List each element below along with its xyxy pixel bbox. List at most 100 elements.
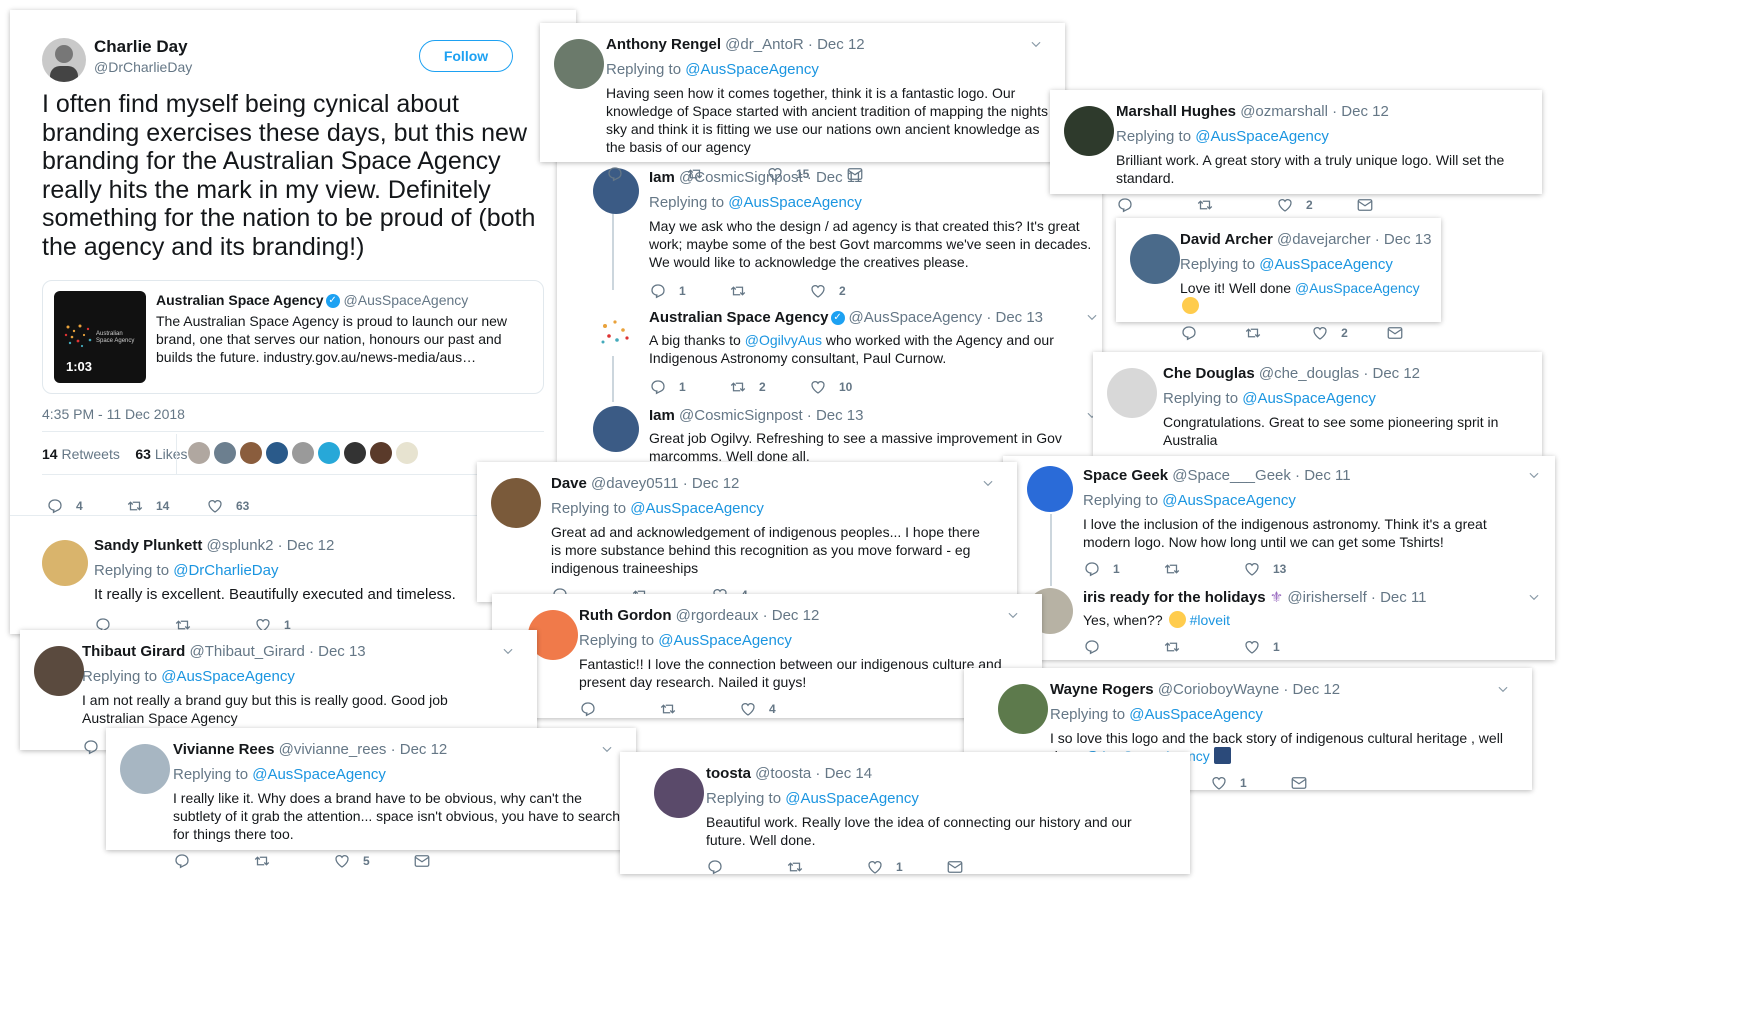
mention-link[interactable]: @AusSpaceAgency <box>1162 492 1296 509</box>
like-button[interactable]: 2 <box>1311 324 1386 342</box>
chevron-down-icon[interactable] <box>1085 310 1099 324</box>
avatar[interactable] <box>318 442 340 464</box>
author-name[interactable]: Space Geek <box>1083 467 1168 484</box>
retweet-button[interactable] <box>686 165 766 183</box>
author-meta[interactable]: @davey0511 · Dec 12 <box>591 475 739 492</box>
author-name[interactable]: Iam <box>649 407 675 424</box>
author-meta[interactable]: @CosmicSignpost · Dec 13 <box>679 407 863 424</box>
chevron-down-icon[interactable] <box>1527 590 1541 604</box>
avatar[interactable] <box>1064 106 1114 156</box>
like-button[interactable]: 4 <box>739 700 819 718</box>
author-meta[interactable]: @irisherself · Dec 11 <box>1287 589 1426 606</box>
reply-button[interactable] <box>706 858 786 876</box>
reply-button[interactable]: 1 <box>649 282 729 300</box>
dm-button[interactable] <box>1356 196 1436 214</box>
avatar[interactable] <box>188 442 210 464</box>
author-meta[interactable]: @davejarcher · Dec 13 <box>1277 231 1431 248</box>
avatar[interactable] <box>240 442 262 464</box>
video-thumbnail[interactable]: Australian Space Agency 1:03 <box>54 291 146 383</box>
author-name[interactable]: Charlie Day <box>94 37 188 57</box>
author-name[interactable]: Che Douglas <box>1163 365 1255 382</box>
dm-button[interactable] <box>413 852 493 870</box>
author-name[interactable]: David Archer <box>1180 231 1273 248</box>
avatar[interactable] <box>593 308 639 354</box>
avatar[interactable] <box>120 744 170 794</box>
retweet-button[interactable]: 14 <box>126 497 206 515</box>
mention-link[interactable]: @DrCharlieDay <box>173 562 278 579</box>
author-name[interactable]: Vivianne Rees <box>173 741 274 758</box>
retweet-button[interactable] <box>659 700 739 718</box>
reply-button[interactable] <box>1116 196 1196 214</box>
like-button[interactable]: 10 <box>809 378 889 396</box>
chevron-down-icon[interactable] <box>501 644 515 658</box>
mention-link[interactable]: @OgilvyAus <box>745 332 822 348</box>
mention-link[interactable]: @AusSpaceAgency <box>1195 128 1329 145</box>
author-meta[interactable]: @AusSpaceAgency · Dec 13 <box>849 309 1044 326</box>
avatar[interactable] <box>593 406 639 452</box>
author-name[interactable]: Thibaut Girard <box>82 643 185 660</box>
avatar[interactable] <box>370 442 392 464</box>
reply-button[interactable]: 1 <box>1083 560 1163 578</box>
follow-button[interactable]: Follow <box>419 40 513 72</box>
author-meta[interactable]: @Thibaut_Girard · Dec 13 <box>190 643 366 660</box>
timestamp[interactable]: 4:35 PM - 11 Dec 2018 <box>42 406 185 422</box>
chevron-down-icon[interactable] <box>1006 608 1020 622</box>
avatar[interactable] <box>266 442 288 464</box>
like-button[interactable]: 63 <box>206 497 286 515</box>
mention-link[interactable]: @AusSpaceAgency <box>630 500 764 517</box>
author-name[interactable]: Australian Space Agency <box>649 309 829 326</box>
reply-button[interactable]: 4 <box>46 497 126 515</box>
like-button[interactable]: 1 <box>866 858 946 876</box>
reply-button[interactable] <box>173 852 253 870</box>
retweet-button[interactable]: 2 <box>729 378 809 396</box>
mention-link[interactable]: @AusSpaceAgency <box>252 766 386 783</box>
chevron-down-icon[interactable] <box>981 476 995 490</box>
avatar[interactable] <box>654 768 704 818</box>
dm-button[interactable] <box>946 858 1026 876</box>
like-button[interactable]: 2 <box>809 282 889 300</box>
author-name[interactable]: Wayne Rogers <box>1050 681 1154 698</box>
avatar[interactable] <box>1027 466 1073 512</box>
retweet-button[interactable] <box>1196 196 1276 214</box>
author-meta[interactable]: @rgordeaux · Dec 12 <box>676 607 820 624</box>
reply-button[interactable] <box>1083 638 1163 656</box>
quoted-name[interactable]: Australian Space Agency <box>156 292 324 308</box>
reply-button[interactable]: 1 <box>649 378 729 396</box>
retweet-button[interactable] <box>1163 638 1243 656</box>
avatar[interactable] <box>214 442 236 464</box>
avatar[interactable] <box>1107 368 1157 418</box>
mention-link[interactable]: @AusSpaceAgency <box>1295 280 1420 296</box>
mention-link[interactable]: @AusSpaceAgency <box>1129 706 1263 723</box>
author-name[interactable]: Anthony Rengel <box>606 36 721 53</box>
avatar[interactable] <box>34 646 84 696</box>
retweet-button[interactable] <box>1244 324 1312 342</box>
dm-button[interactable] <box>1290 774 1370 792</box>
author-handle[interactable]: @DrCharlieDay <box>94 59 192 75</box>
retweet-button[interactable] <box>1163 560 1243 578</box>
author-meta[interactable]: @splunk2 · Dec 12 <box>207 537 335 554</box>
dm-button[interactable] <box>846 165 926 183</box>
avatar[interactable] <box>554 39 604 89</box>
retweet-button[interactable] <box>729 282 809 300</box>
liker-avatars[interactable] <box>188 442 422 464</box>
mention-link[interactable]: @AusSpaceAgency <box>685 61 819 78</box>
mention-link[interactable]: @AusSpaceAgency <box>1242 390 1376 407</box>
chevron-down-icon[interactable] <box>1527 468 1541 482</box>
avatar[interactable] <box>396 442 418 464</box>
author-meta[interactable]: @che_douglas · Dec 12 <box>1259 365 1420 382</box>
retweet-button[interactable] <box>253 852 333 870</box>
like-button[interactable]: 2 <box>1276 196 1356 214</box>
chevron-down-icon[interactable] <box>600 742 614 756</box>
mention-link[interactable]: @AusSpaceAgency <box>785 790 919 807</box>
avatar[interactable] <box>1130 234 1180 284</box>
reply-button[interactable] <box>606 165 686 183</box>
author-name[interactable]: Marshall Hughes <box>1116 103 1236 120</box>
author-meta[interactable]: @toosta · Dec 14 <box>755 765 872 782</box>
chevron-down-icon[interactable] <box>1496 682 1510 696</box>
author-meta[interactable]: @dr_AntoR · Dec 12 <box>725 36 864 53</box>
author-name[interactable]: iris ready for the holidays <box>1083 589 1266 606</box>
author-name[interactable]: toosta <box>706 765 751 782</box>
hashtag-link[interactable]: #loveit <box>1190 612 1230 628</box>
like-button[interactable]: 1 <box>1210 774 1290 792</box>
author-name[interactable]: Sandy Plunkett <box>94 537 202 554</box>
